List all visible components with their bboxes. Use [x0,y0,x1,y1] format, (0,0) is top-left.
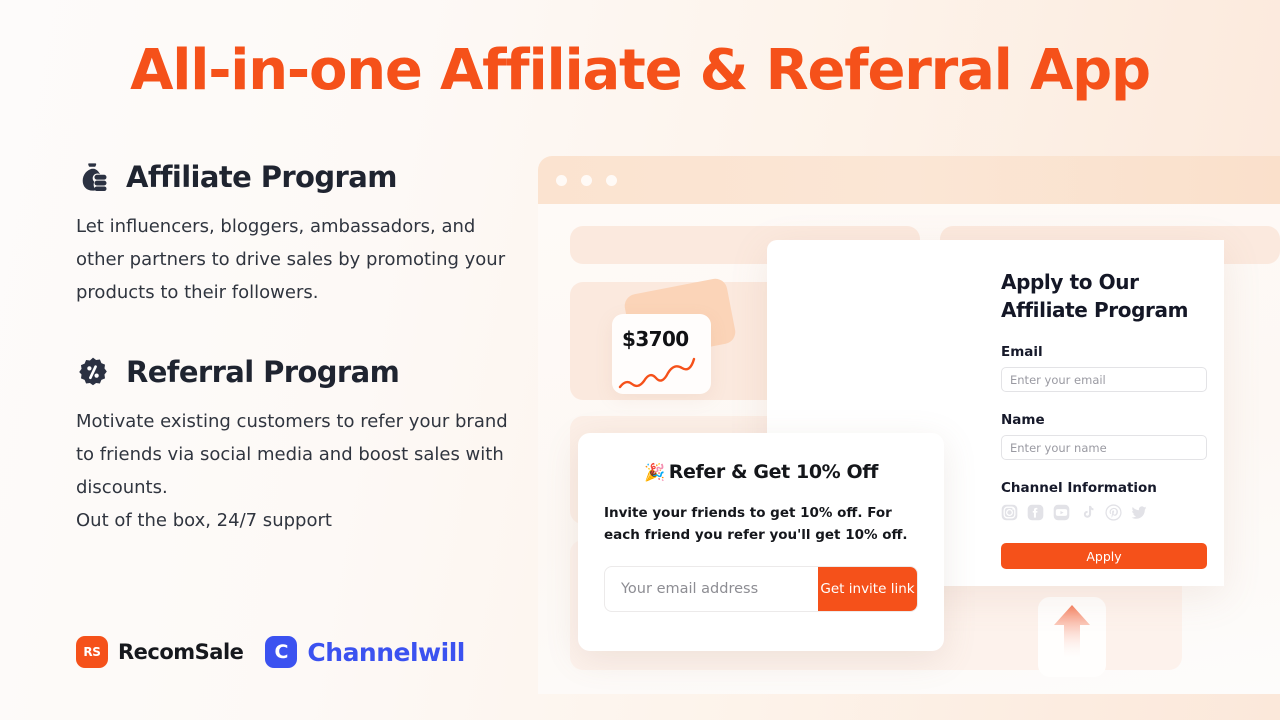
feature-affiliate-title: Affiliate Program [126,160,397,194]
percent-badge-icon [79,357,107,386]
channelwill-label: Channelwill [307,637,465,667]
recomsale-label: RecomSale [118,640,244,664]
recomsale-mark-icon: RS [76,636,108,668]
pinterest-icon[interactable] [1105,504,1122,521]
referral-email-form: Get invite link [604,566,918,612]
feature-referral-header: Referral Program [76,355,528,389]
earnings-stat-card: $3700 [612,314,711,394]
channelwill-mark-icon: C [265,636,298,668]
name-label: Name [1001,412,1045,428]
feature-referral-title: Referral Program [126,355,400,389]
channel-social-icons [1001,504,1224,521]
referral-email-input[interactable] [605,567,818,611]
tiktok-icon[interactable] [1079,504,1096,521]
referral-popup-title-text: Refer & Get 10% Off [668,461,879,483]
email-label: Email [1001,344,1043,360]
referral-popup-card: 🎉 Refer & Get 10% Off Invite your friends… [578,433,944,651]
logo-channelwill: C Channelwill [265,636,465,668]
youtube-icon[interactable] [1053,504,1070,521]
window-dot-close-icon [556,174,567,186]
party-popper-icon: 🎉 [644,463,665,483]
facebook-icon[interactable] [1027,504,1044,521]
email-field[interactable] [1001,367,1207,392]
twitter-icon[interactable] [1131,504,1148,521]
get-invite-link-button[interactable]: Get invite link [818,567,917,611]
apply-button[interactable]: Apply [1001,543,1207,569]
feature-affiliate-program: Affiliate Program Let influencers, blogg… [76,160,528,309]
up-arrow-icon [1054,605,1090,659]
feature-affiliate-header: Affiliate Program [76,160,528,194]
window-dot-minimize-icon [581,174,592,186]
feature-referral-program: Referral Program Motivate existing custo… [76,355,528,537]
features-column: Affiliate Program Let influencers, blogg… [76,160,528,537]
feature-affiliate-body: Let influencers, bloggers, ambassadors, … [76,216,506,303]
earnings-amount: $3700 [622,327,689,351]
apply-panel-title: Apply to Our Affiliate Program [1001,270,1189,322]
brand-logos: RS RecomSale C Channelwill [76,636,465,668]
logo-recomsale: RS RecomSale [76,636,244,668]
browser-title-bar [538,156,1280,204]
page-title: All-in-one Affiliate & Referral App [130,38,1151,103]
feature-referral-body: Motivate existing customers to refer you… [76,411,508,531]
instagram-icon[interactable] [1001,504,1018,521]
channel-information-label: Channel Information [1001,480,1157,496]
name-field[interactable] [1001,435,1207,460]
sparkline-trend-icon [618,357,696,389]
money-bag-icon [82,163,107,192]
window-dot-maximize-icon [606,174,617,186]
referral-popup-body: Invite your friends to get 10% off. For … [604,505,908,543]
referral-popup-title: 🎉 Refer & Get 10% Off [604,461,918,483]
growth-arrow-card [1038,597,1106,677]
